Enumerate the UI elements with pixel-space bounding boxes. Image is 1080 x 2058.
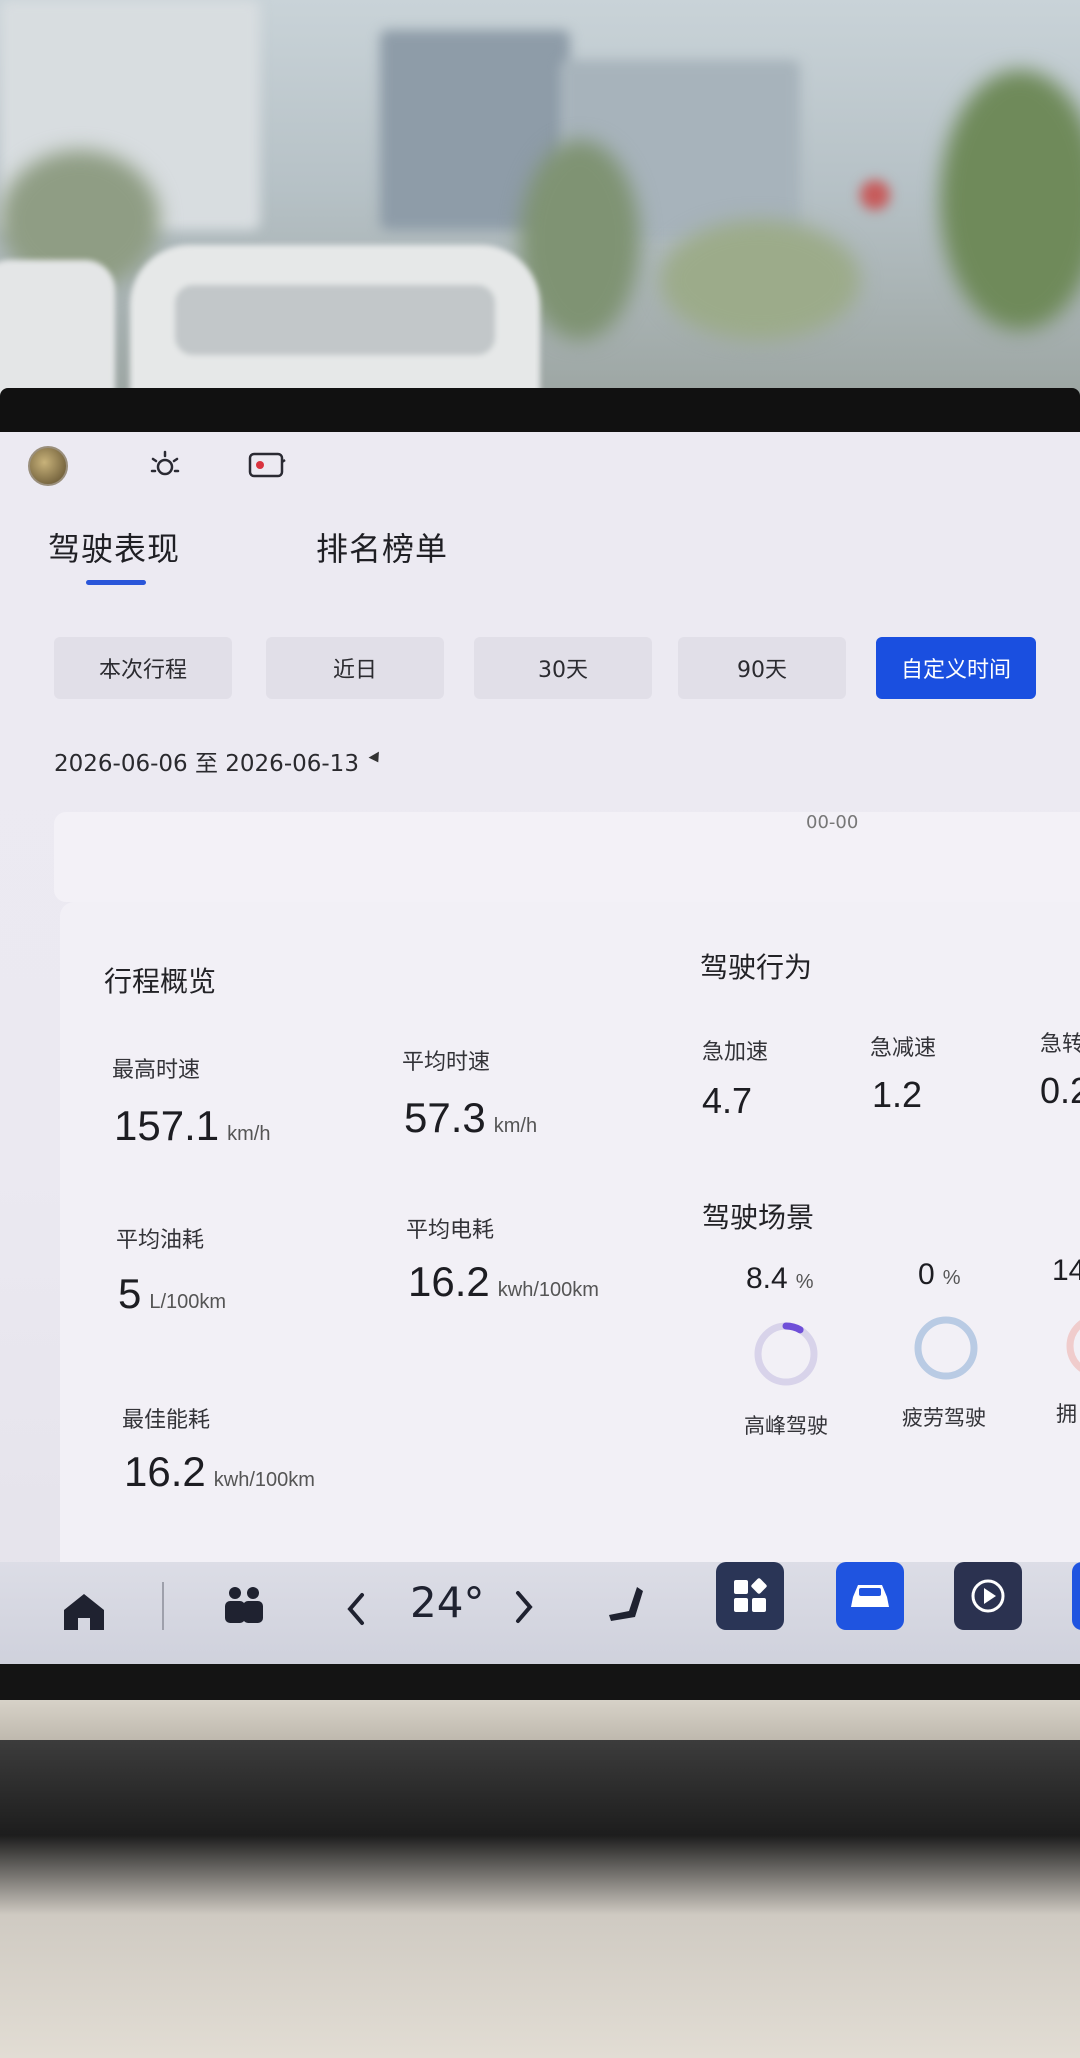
best-energy-number: 16.2 xyxy=(124,1448,206,1495)
avg-electric-number: 16.2 xyxy=(408,1258,490,1305)
max-speed-label: 最高时速 xyxy=(112,1058,201,1083)
driving-scene-title: 驾驶场景 xyxy=(702,1201,815,1234)
fatigue-driving-unit: % xyxy=(942,1267,961,1289)
period-30-days[interactable]: 30天 xyxy=(474,637,652,699)
fatigue-driving-ring xyxy=(914,1316,978,1380)
best-energy-value: 16.2 kwh/100km xyxy=(124,1448,315,1496)
temp-decrease-icon[interactable] xyxy=(336,1584,376,1634)
seat-passengers-icon[interactable] xyxy=(214,1576,274,1636)
period-custom[interactable]: 自定义时间 xyxy=(876,637,1036,699)
avg-electric-unit: kwh/100km xyxy=(497,1279,599,1301)
fatigue-driving-number: 0 xyxy=(918,1258,935,1291)
avg-speed-value: 57.3 km/h xyxy=(404,1094,537,1142)
dashboard-trim xyxy=(0,1700,1080,1740)
avatar[interactable] xyxy=(28,446,68,486)
brightness-icon[interactable] xyxy=(144,446,186,484)
period-90-days[interactable]: 90天 xyxy=(678,637,846,699)
sharp-turn-value: 0.2 xyxy=(1040,1070,1080,1111)
temperature-display[interactable]: 24° xyxy=(410,1578,484,1627)
fatigue-driving-label: 疲劳驾驶 xyxy=(902,1406,986,1430)
bottom-dock: 24° xyxy=(0,1562,1080,1664)
app-tile-clipped[interactable] xyxy=(1072,1562,1080,1630)
infotainment-screen: 驾驶表现 排名榜单 本次行程 近日 30天 90天 自定义时间 2026-06-… xyxy=(0,432,1080,1664)
best-energy-unit: kwh/100km xyxy=(213,1469,315,1491)
media-player-icon[interactable] xyxy=(954,1562,1022,1630)
max-speed-value: 157.1 km/h xyxy=(114,1102,270,1150)
peak-driving-number: 8.4 xyxy=(746,1262,788,1295)
trip-overview-title: 行程概览 xyxy=(104,965,217,998)
hard-brake-label: 急减速 xyxy=(870,1036,937,1061)
summary-card: 00-00 xyxy=(54,812,1080,902)
peak-driving-value: 8.4% xyxy=(746,1262,814,1296)
screen-bezel xyxy=(0,388,1080,438)
avg-speed-number: 57.3 xyxy=(404,1094,486,1141)
avg-fuel-unit: L/100km xyxy=(149,1291,227,1313)
tab-driving-performance[interactable]: 驾驶表现 xyxy=(48,524,180,570)
app-grid-icon[interactable] xyxy=(716,1562,784,1630)
avg-fuel-label: 平均油耗 xyxy=(116,1228,205,1253)
avg-fuel-value: 5 L/100km xyxy=(118,1270,226,1318)
active-tab-indicator xyxy=(86,580,146,585)
dashcam-icon[interactable] xyxy=(246,446,288,484)
congestion-label: 拥 xyxy=(1056,1402,1077,1426)
vehicle-icon[interactable] xyxy=(836,1562,904,1630)
windshield-view xyxy=(0,0,1080,420)
period-this-trip[interactable]: 本次行程 xyxy=(54,637,232,699)
avg-fuel-number: 5 xyxy=(118,1270,142,1317)
stats-card: 行程概览 最高时速 157.1 km/h 平均时速 57.3 km/h 平均油耗 5… xyxy=(60,902,1080,1622)
hard-accel-label: 急加速 xyxy=(702,1040,769,1065)
tab-ranking[interactable]: 排名榜单 xyxy=(316,524,448,570)
best-energy-label: 最佳能耗 xyxy=(122,1408,211,1433)
fatigue-driving-value: 0% xyxy=(918,1258,960,1292)
date-range-selector[interactable]: 2026-06-06 至 2026-06-13 xyxy=(54,744,359,778)
driving-behavior-title: 驾驶行为 xyxy=(700,951,813,984)
hard-brake-value: 1.2 xyxy=(872,1074,923,1115)
sharp-turn-label: 急转 xyxy=(1040,1032,1080,1057)
period-recent[interactable]: 近日 xyxy=(266,637,444,699)
avg-speed-label: 平均时速 xyxy=(402,1050,491,1075)
congestion-value: 14 xyxy=(1052,1254,1080,1287)
congestion-ring xyxy=(1066,1320,1080,1372)
temp-increase-icon[interactable] xyxy=(504,1582,544,1632)
hard-accel-value: 4.7 xyxy=(702,1080,753,1121)
dashboard xyxy=(0,1740,1080,2058)
avg-electric-label: 平均电耗 xyxy=(406,1218,495,1243)
dropdown-arrow-icon[interactable] xyxy=(368,751,384,766)
peak-driving-unit: % xyxy=(795,1271,814,1293)
clipped-text: 00-00 xyxy=(806,812,859,833)
peak-driving-label: 高峰驾驶 xyxy=(744,1414,828,1438)
max-speed-unit: km/h xyxy=(227,1123,271,1145)
avg-electric-value: 16.2 kwh/100km xyxy=(408,1258,599,1306)
dock-divider xyxy=(162,1582,164,1630)
status-bar xyxy=(0,432,1080,502)
max-speed-number: 157.1 xyxy=(114,1102,220,1149)
peak-driving-ring xyxy=(754,1322,818,1386)
avg-speed-unit: km/h xyxy=(493,1115,538,1137)
seat-icon[interactable] xyxy=(598,1576,658,1636)
home-icon[interactable] xyxy=(56,1584,112,1640)
